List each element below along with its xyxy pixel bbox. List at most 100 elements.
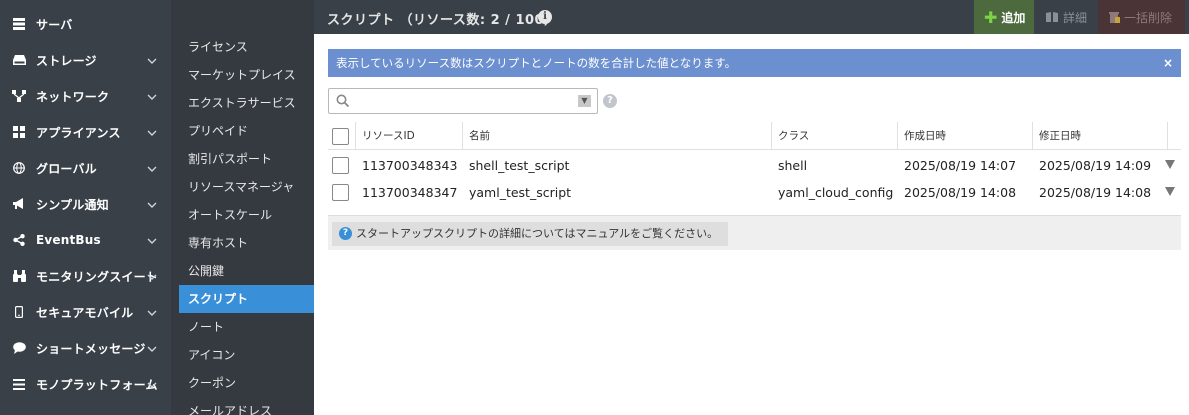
sub-nav-item[interactable]: アイコン — [179, 341, 314, 369]
binoculars-icon — [12, 269, 26, 283]
select-all-checkbox[interactable] — [332, 128, 349, 145]
column-header-resource-id[interactable]: リソースID — [356, 122, 463, 150]
nav-item-label: ネットワーク — [36, 89, 110, 104]
table-row[interactable]: 113700348343 shell_test_script shell 2025/0… — [328, 152, 1181, 179]
footer-bar: ? スタートアップスクリプトの詳細についてはマニュアルをご覧ください。 — [328, 215, 1181, 250]
megaphone-icon — [12, 197, 26, 211]
row-menu-icon[interactable] — [1165, 187, 1175, 196]
chevron-down-icon — [147, 271, 157, 281]
search-box: ▼ — [328, 88, 598, 114]
sub-nav-item[interactable]: リソースマネージャ — [179, 173, 314, 201]
help-icon: ? — [339, 227, 352, 240]
nav-item-label: モニタリングスイート — [36, 269, 159, 284]
nav-item-label: セキュアモバイル — [36, 305, 134, 320]
bulk-delete-button-label: 一括削除 — [1124, 10, 1173, 25]
cell-modified: 2025/08/19 14:09 — [1039, 158, 1152, 173]
chevron-down-icon — [147, 307, 157, 317]
cell-resource-id: 113700348347 — [362, 185, 458, 200]
search-icon — [336, 94, 350, 108]
column-header-modified[interactable]: 修正日時 — [1033, 122, 1168, 150]
list-icon — [12, 377, 26, 391]
nav-item-label: シンプル通知 — [36, 197, 109, 212]
search-input[interactable] — [355, 92, 575, 110]
sub-nav-item[interactable]: ノート — [179, 313, 314, 341]
add-button-label: 追加 — [1001, 10, 1026, 25]
globe-icon — [12, 161, 26, 175]
add-button[interactable]: ✚ 追加 — [974, 0, 1034, 34]
cell-class: yaml_cloud_config — [778, 185, 894, 200]
nav-item-label: グローバル — [36, 161, 97, 176]
nav-item[interactable]: ショートメッセージ — [0, 330, 171, 366]
table-header: リソースID 名前 クラス 作成日時 修正日時 — [328, 122, 1181, 150]
info-icon[interactable]: i — [538, 10, 552, 24]
mobile-icon — [12, 305, 26, 319]
sub-nav: ライセンス マーケットプレイス エクストラサービス プリペイド 割引パスポート リソースマ… — [171, 0, 314, 415]
cell-created: 2025/08/19 14:07 — [904, 158, 1017, 173]
chevron-down-icon — [147, 91, 157, 101]
nav-item[interactable]: サーバ — [0, 6, 171, 42]
notice-banner: 表示しているリソース数はスクリプトとノートの数を合計した値となります。 × — [328, 49, 1181, 77]
bulk-delete-button[interactable]: 一括削除 — [1098, 0, 1185, 34]
chevron-down-icon — [147, 379, 157, 389]
sub-nav-item[interactable]: マーケットプレイス — [179, 61, 314, 89]
sub-nav-item[interactable]: クーポン — [179, 369, 314, 397]
manual-note[interactable]: ? スタートアップスクリプトの詳細についてはマニュアルをご覧ください。 — [332, 222, 729, 246]
nav-item[interactable]: モノプラットフォーム — [0, 366, 171, 402]
chevron-down-icon — [147, 235, 157, 245]
nav-item[interactable]: EventBus — [0, 222, 171, 258]
sub-nav-item[interactable]: メールアドレス — [179, 397, 314, 415]
detail-button[interactable]: 詳細 — [1036, 0, 1098, 34]
cell-resource-id: 113700348343 — [362, 158, 458, 173]
chevron-down-icon — [147, 163, 157, 173]
column-header-created[interactable]: 作成日時 — [898, 122, 1033, 150]
manual-note-text: スタートアップスクリプトの詳細についてはマニュアルをご覧ください。 — [356, 227, 719, 240]
sub-nav-item[interactable]: 公開鍵 — [179, 257, 314, 285]
cell-name: yaml_test_script — [469, 185, 572, 200]
search-filter-dropdown-icon[interactable]: ▼ — [578, 95, 591, 107]
book-icon — [1046, 12, 1058, 22]
row-checkbox[interactable] — [332, 184, 349, 201]
nav-item[interactable]: モニタリングスイート — [0, 258, 171, 294]
sub-nav-item[interactable]: 割引パスポート — [179, 145, 314, 173]
cell-created: 2025/08/19 14:08 — [904, 185, 1017, 200]
nav-item[interactable]: ネットワーク — [0, 78, 171, 114]
nav-item-label: EventBus — [36, 233, 101, 247]
sub-nav-item[interactable]: オートスケール — [179, 201, 314, 229]
sub-nav-item[interactable]: プリペイド — [179, 117, 314, 145]
chevron-down-icon — [147, 127, 157, 137]
share-icon — [12, 233, 26, 247]
nav-item[interactable]: グローバル — [0, 150, 171, 186]
sub-nav-item[interactable]: 専有ホスト — [179, 229, 314, 257]
cell-modified: 2025/08/19 14:08 — [1039, 185, 1152, 200]
row-menu-icon[interactable] — [1165, 160, 1175, 169]
close-icon[interactable]: × — [1163, 49, 1173, 77]
nav-item[interactable]: セキュアモバイル — [0, 294, 171, 330]
nav-item-label: サーバ — [36, 17, 73, 32]
chat-icon — [12, 341, 26, 355]
grid-icon — [12, 125, 26, 139]
nav-item[interactable]: ストレージ — [0, 42, 171, 78]
trash-icon — [1109, 11, 1120, 23]
disk-icon — [12, 53, 26, 67]
page-title: スクリプト （リソース数: 2 / 100） — [327, 13, 558, 28]
chevron-down-icon — [147, 55, 157, 65]
nav-item-label: ストレージ — [36, 53, 97, 68]
column-header-class[interactable]: クラス — [772, 122, 898, 150]
network-icon — [12, 89, 26, 103]
nav-item[interactable]: シンプル通知 — [0, 186, 171, 222]
nav-item-label: モノプラットフォーム — [36, 377, 158, 392]
chevron-down-icon — [147, 199, 157, 209]
row-checkbox[interactable] — [332, 157, 349, 174]
sub-nav-item-active[interactable]: スクリプト — [179, 285, 314, 313]
sub-nav-item[interactable]: ライセンス — [179, 33, 314, 61]
cell-name: shell_test_script — [469, 158, 570, 173]
column-header-name[interactable]: 名前 — [463, 122, 772, 150]
plus-icon: ✚ — [984, 7, 998, 27]
table-row[interactable]: 113700348347 yaml_test_script yaml_cloud_c… — [328, 179, 1181, 206]
main-content: 表示しているリソース数はスクリプトとノートの数を合計した値となります。 × ▼ … — [314, 34, 1189, 415]
main-nav: サーバストレージネットワーク アプライアンス グローバルシンプル通知 EventBus… — [0, 0, 171, 415]
help-icon[interactable]: ? — [603, 94, 617, 108]
nav-item[interactable]: アプライアンス — [0, 114, 171, 150]
sub-nav-item[interactable]: エクストラサービス — [179, 89, 314, 117]
nav-item-label: アプライアンス — [36, 125, 121, 140]
